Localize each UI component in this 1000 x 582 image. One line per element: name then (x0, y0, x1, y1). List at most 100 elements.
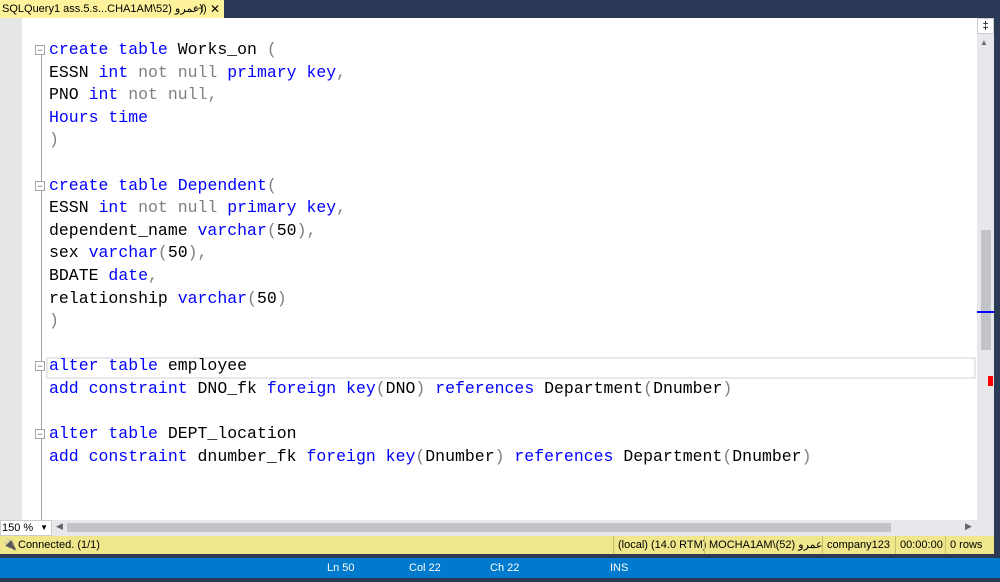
code-token: ) (49, 311, 59, 331)
tab-bar: SQLQuery1 ass.5.s...CHA1AM\52) عمرو)) ⊣ … (0, 0, 1000, 18)
code-token: date (108, 265, 149, 285)
code-line[interactable]: alter table employee (49, 355, 811, 378)
code-line[interactable]: add constraint dnumber_fk foreign key(Dn… (49, 446, 811, 469)
code-line[interactable]: Hours time (49, 107, 811, 130)
code-token: dnumber_fk (197, 446, 307, 466)
code-line[interactable]: PNO int not null, (49, 84, 811, 107)
code-token: ESSN (49, 62, 99, 82)
outline-line (41, 45, 42, 520)
code-token: Works_on (177, 40, 267, 59)
code-token: Dnumber (732, 446, 802, 466)
code-token: foreign key (266, 378, 376, 398)
code-line[interactable] (49, 333, 811, 356)
collapse-icon[interactable]: − (35, 429, 45, 439)
horizontal-scroll-thumb[interactable] (67, 523, 891, 532)
code-line[interactable]: ) (49, 129, 811, 152)
code-token: , (207, 85, 218, 105)
code-token: ( (266, 40, 277, 59)
code-token: varchar (197, 220, 267, 240)
code-line[interactable]: add constraint DNO_fk foreign key(DNO) r… (49, 378, 811, 401)
collapse-icon[interactable]: − (35, 181, 45, 191)
code-line[interactable]: create table Dependent( (49, 175, 811, 198)
code-token: primary key (227, 198, 337, 218)
code-token: int (88, 85, 129, 105)
code-token: 50 (256, 288, 277, 308)
code-token: , (148, 265, 158, 285)
collapse-icon[interactable]: − (35, 361, 45, 371)
zoom-value: 150 % (2, 522, 34, 534)
scroll-right-icon[interactable]: ▶ (965, 521, 972, 532)
column-number: Col 22 (409, 562, 441, 574)
code-token: DNO (385, 378, 416, 398)
zoom-select[interactable]: 150 % ▼ (0, 520, 52, 536)
code-line[interactable] (49, 152, 811, 175)
code-token: Department (544, 378, 644, 398)
code-token: ) (801, 446, 812, 466)
char-number: Ch 22 (490, 562, 520, 574)
code-token: ( (157, 243, 168, 263)
horizontal-scrollbar[interactable]: 150 % ▼ ◀ ▶ (0, 520, 994, 536)
code-token: ( (415, 446, 426, 466)
vertical-scroll-thumb[interactable] (981, 230, 991, 350)
code-token: not null (128, 85, 208, 105)
code-line[interactable]: ) (49, 310, 811, 333)
code-token: ), (296, 220, 317, 240)
code-token: not null (138, 62, 228, 82)
tab-sqlquery1[interactable]: SQLQuery1 ass.5.s...CHA1AM\52) عمرو)) ⊣ … (0, 0, 224, 18)
code-token: ESSN (49, 198, 99, 218)
code-token: foreign key (306, 446, 416, 466)
code-line[interactable]: sex varchar(50), (49, 242, 811, 265)
code-token: relationship (49, 288, 178, 308)
code-token: dependent_name (49, 220, 198, 240)
code-token: int (98, 198, 139, 218)
code-token: references (435, 378, 545, 398)
close-icon[interactable]: ✕ (210, 0, 220, 18)
code-token: ) (415, 378, 436, 398)
code-line[interactable]: BDATE date, (49, 265, 811, 288)
code-token: ( (722, 446, 733, 466)
code-line[interactable]: create table Works_on ( (49, 39, 811, 62)
code-token: int (98, 62, 139, 82)
query-editor[interactable]: − − − − create table Works_on (ESSN int … (0, 18, 994, 520)
code-token: ( (643, 378, 654, 398)
code-token: Dependent (177, 175, 267, 195)
code-token: not null (138, 198, 228, 218)
code-token: employee (167, 356, 248, 376)
code-token: create table (49, 40, 178, 59)
code-token: ( (266, 220, 277, 240)
code-token: , (336, 198, 347, 218)
scroll-left-icon[interactable]: ◀ (56, 521, 63, 532)
code-token: ) (494, 446, 515, 466)
caret-marker (977, 311, 994, 313)
server-info: (local) (14.0 RTM) (613, 536, 706, 554)
code-line[interactable]: dependent_name varchar(50), (49, 220, 811, 243)
code-token: , (336, 62, 347, 82)
code-token: Dnumber (653, 378, 723, 398)
code-line[interactable]: ESSN int not null primary key, (49, 197, 811, 220)
code-token: DEPT_location (167, 424, 297, 444)
code-line[interactable]: alter table DEPT_location (49, 423, 811, 446)
error-marker (988, 376, 993, 386)
code-token: DNO_fk (197, 378, 267, 398)
scroll-up-icon[interactable]: ▲ (980, 38, 988, 47)
code-line[interactable]: relationship varchar(50) (49, 288, 811, 311)
code-token: sex (49, 243, 89, 263)
code-line[interactable] (49, 401, 811, 424)
code-token: primary key (227, 62, 337, 82)
selection-margin (0, 18, 22, 520)
database-name: company123 (822, 536, 890, 554)
code-token: Department (623, 446, 723, 466)
code-token: ( (247, 288, 257, 308)
code-token: alter table (49, 424, 168, 444)
code-line[interactable]: ESSN int not null primary key, (49, 62, 811, 85)
code-token: references (514, 446, 624, 466)
code-text[interactable]: create table Works_on (ESSN int not null… (49, 39, 811, 468)
split-icon[interactable]: ‡ (977, 18, 994, 34)
collapse-icon[interactable]: − (35, 45, 45, 55)
code-token: Dnumber (425, 446, 495, 466)
pin-icon[interactable]: ⊣ (194, 0, 204, 18)
connected-icon: 🔌 (3, 539, 17, 551)
code-token: ) (49, 130, 59, 150)
code-token: 50 (167, 243, 188, 263)
connection-status: Connected. (1/1) (18, 539, 100, 551)
